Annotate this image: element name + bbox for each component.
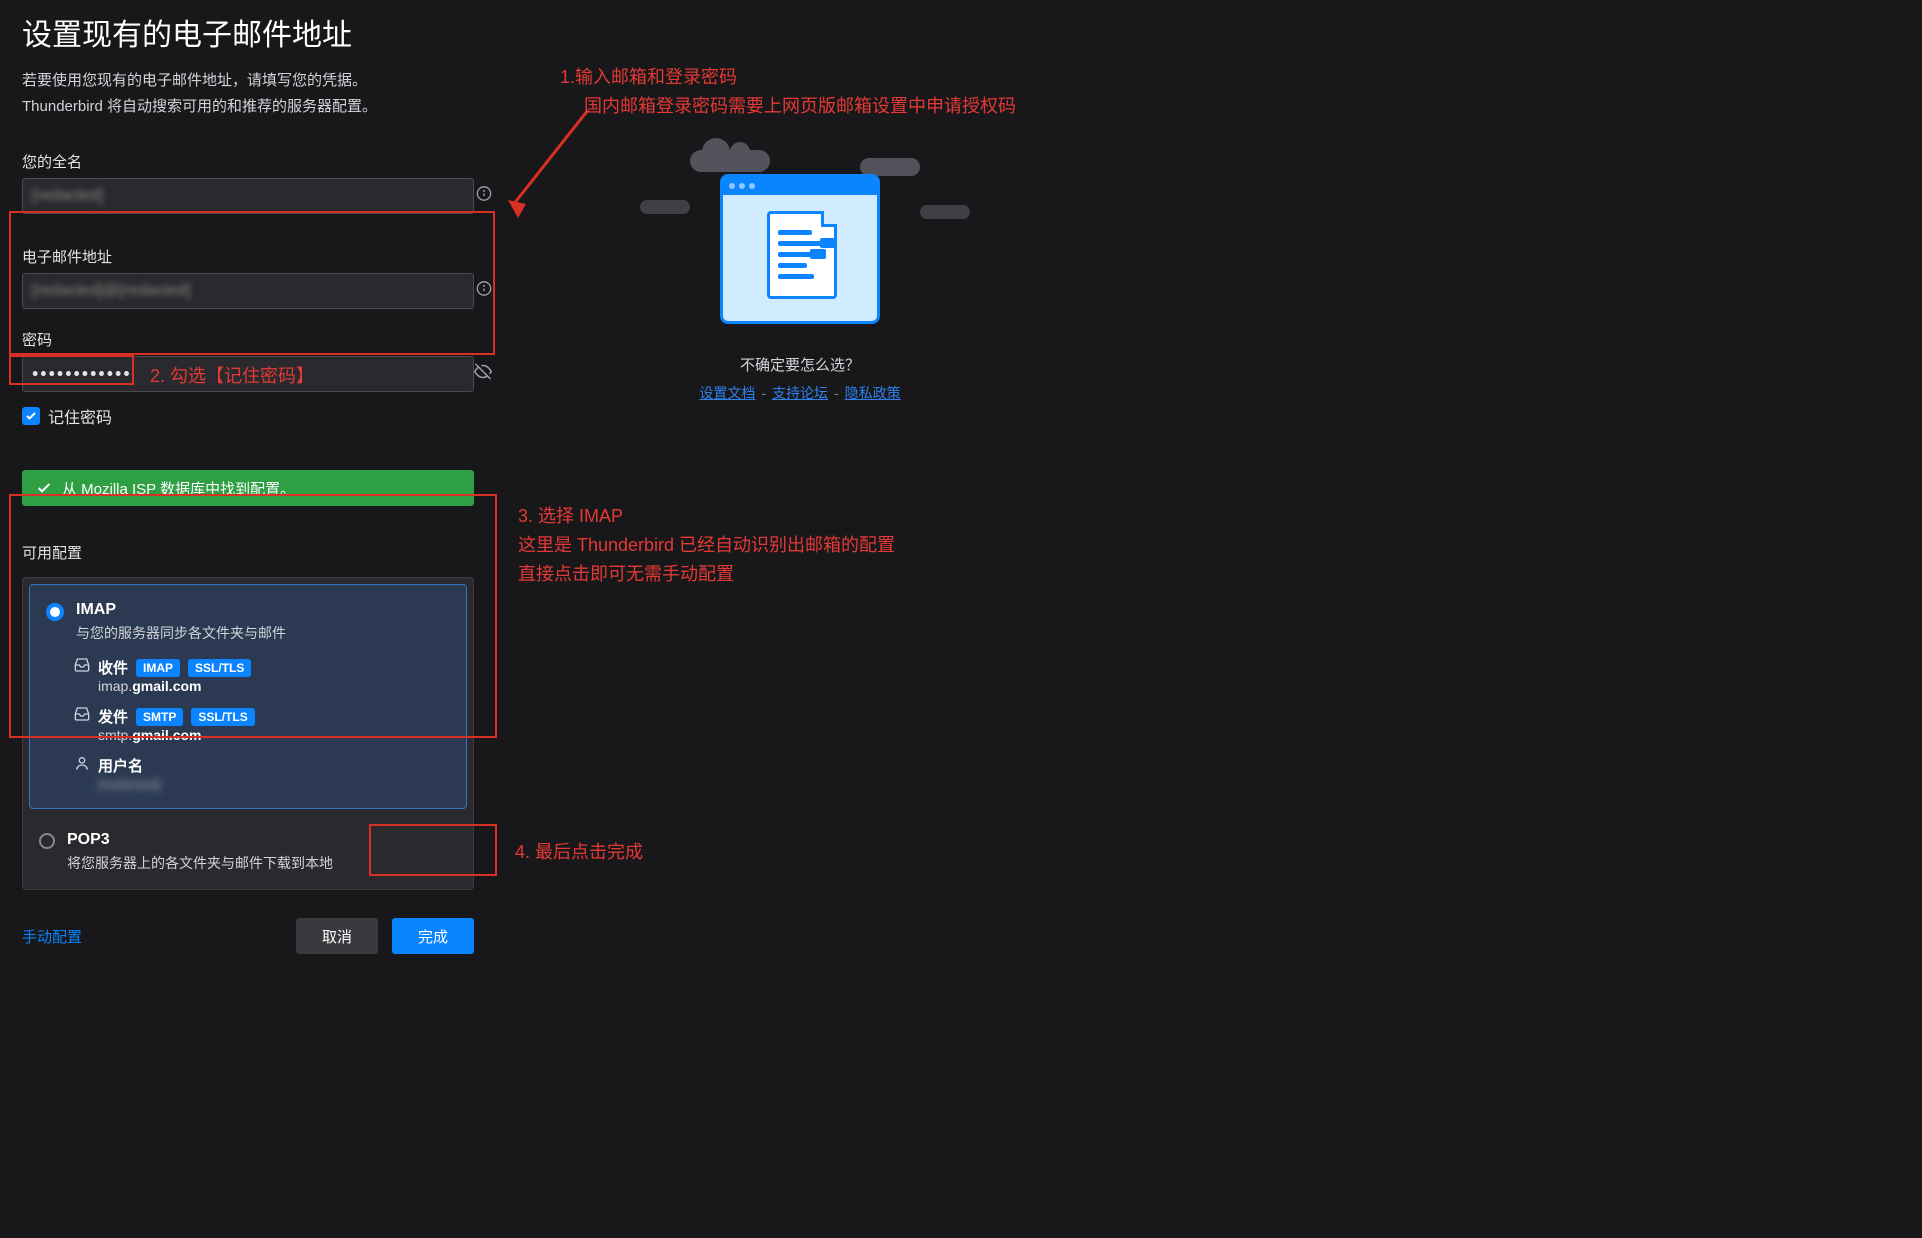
incoming-sec-tag: SSL/TLS xyxy=(188,659,251,677)
incoming-label: 收件 xyxy=(98,657,128,678)
password-value: •••••••••••• xyxy=(32,364,132,385)
remember-password-row[interactable]: 记住密码 xyxy=(22,404,502,428)
success-banner: 从 Mozilla ISP 数据库中找到配置。 xyxy=(22,470,474,506)
incoming-host: imap.gmail.com xyxy=(98,678,450,694)
eye-off-icon[interactable] xyxy=(474,363,492,386)
fullname-label: 您的全名 xyxy=(22,151,502,172)
inbox-icon xyxy=(74,657,90,678)
info-icon xyxy=(476,186,492,207)
page-sub2: Thunderbird 将自动搜索可用的和推荐的服务器配置。 xyxy=(22,94,502,120)
email-label: 电子邮件地址 xyxy=(22,246,502,267)
illustration xyxy=(670,150,930,330)
pop3-radio[interactable] xyxy=(39,833,55,849)
annotation-text-3: 3. 选择 IMAP 这里是 Thunderbird 已经自动识别出邮箱的配置 … xyxy=(518,502,895,588)
outgoing-host: smtp.gmail.com xyxy=(98,727,450,743)
success-text: 从 Mozilla ISP 数据库中找到配置。 xyxy=(62,478,295,499)
help-forum-link[interactable]: 支持论坛 xyxy=(772,385,828,401)
cancel-button[interactable]: 取消 xyxy=(296,918,378,954)
pop3-desc: 将您服务器上的各文件夹与邮件下载到本地 xyxy=(67,853,333,873)
outbox-icon xyxy=(74,706,90,727)
username-value: [redacted] xyxy=(98,776,450,792)
manual-config-link[interactable]: 手动配置 xyxy=(22,926,82,947)
outgoing-sec-tag: SSL/TLS xyxy=(191,708,254,726)
done-button[interactable]: 完成 xyxy=(392,918,474,954)
outgoing-label: 发件 xyxy=(98,706,128,727)
email-value: [redacted]@[redacted] xyxy=(32,282,191,300)
help-docs-link[interactable]: 设置文档 xyxy=(699,385,755,401)
config-panel: IMAP 与您的服务器同步各文件夹与邮件 收件 IMAP SSL/TLS ima… xyxy=(22,577,474,890)
pop3-title: POP3 xyxy=(67,831,333,849)
annotation-text-2: 2. 勾选【记住密码】 xyxy=(150,362,314,391)
imap-title: IMAP xyxy=(76,601,286,619)
fullname-value: [redacted] xyxy=(32,187,103,205)
page-sub1: 若要使用您现有的电子邮件地址，请填写您的凭据。 xyxy=(22,68,502,94)
help-privacy-link[interactable]: 隐私政策 xyxy=(845,385,901,401)
password-label: 密码 xyxy=(22,329,502,350)
help-unsure-text: 不确定要怎么选？ xyxy=(600,354,1000,375)
imap-option[interactable]: IMAP 与您的服务器同步各文件夹与邮件 收件 IMAP SSL/TLS ima… xyxy=(29,584,467,809)
username-label: 用户名 xyxy=(98,755,143,776)
page-title: 设置现有的电子邮件地址 xyxy=(22,10,502,54)
info-icon xyxy=(476,281,492,302)
annotation-text-1: 1.输入邮箱和登录密码 国内邮箱登录密码需要上网页版邮箱设置中申请授权码 xyxy=(560,63,1016,121)
user-icon xyxy=(74,755,90,776)
incoming-proto-tag: IMAP xyxy=(136,659,180,677)
pop3-option[interactable]: POP3 将您服务器上的各文件夹与邮件下载到本地 xyxy=(23,815,473,889)
outgoing-proto-tag: SMTP xyxy=(136,708,183,726)
remember-checkbox[interactable] xyxy=(22,407,40,425)
annotation-text-4: 4. 最后点击完成 xyxy=(515,838,643,867)
imap-desc: 与您的服务器同步各文件夹与邮件 xyxy=(76,623,286,643)
avail-config-title: 可用配置 xyxy=(22,542,502,563)
check-icon xyxy=(36,480,52,496)
remember-label: 记住密码 xyxy=(48,404,112,428)
imap-radio[interactable] xyxy=(46,603,64,621)
help-panel: 不确定要怎么选？ 设置文档-支持论坛-隐私政策 xyxy=(600,150,1000,403)
